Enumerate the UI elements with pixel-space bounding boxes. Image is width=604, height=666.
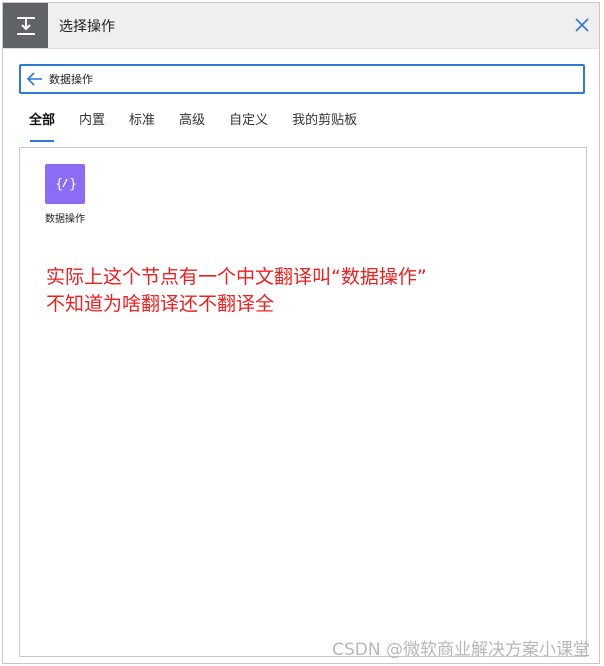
search-box [19, 64, 585, 94]
tab-all[interactable]: 全部 [29, 109, 55, 145]
close-icon [575, 18, 589, 32]
svg-text:{: { [55, 177, 63, 192]
results-panel: { } 数据操作 实际上这个节点有一个中文翻译叫“数据操作” 不知道为啥翻译还不… [19, 147, 587, 657]
tab-my-clipboard[interactable]: 我的剪贴板 [292, 109, 357, 145]
tab-custom[interactable]: 自定义 [229, 109, 268, 145]
search-input[interactable] [49, 68, 569, 90]
tab-premium[interactable]: 高级 [179, 109, 205, 145]
close-button[interactable] [571, 14, 593, 36]
tab-builtin[interactable]: 内置 [79, 109, 105, 145]
action-tile-data-operation[interactable]: { } 数据操作 [40, 164, 90, 225]
tab-standard[interactable]: 标准 [129, 109, 155, 145]
svg-text:}: } [69, 177, 76, 192]
action-label: 数据操作 [45, 214, 85, 225]
watermark: CSDN @微软商业解决方案小课堂 [332, 640, 590, 660]
category-tabs: 全部 内置 标准 高级 自定义 我的剪贴板 [29, 109, 381, 145]
dialog-title: 选择操作 [59, 19, 115, 35]
dialog-header: 选择操作 [3, 3, 599, 49]
annotation-line-2: 不知道为啥翻译还不翻译全 [46, 293, 275, 315]
select-action-dialog: 选择操作 全部 内置 标准 高级 自定义 我的剪贴板 { } [2, 2, 600, 664]
annotation-line-1: 实际上这个节点有一个中文翻译叫“数据操作” [46, 266, 427, 288]
data-operation-icon: { } [45, 164, 85, 204]
download-tray-icon [3, 3, 48, 48]
back-arrow-icon[interactable] [26, 70, 44, 88]
annotation-text: 实际上这个节点有一个中文翻译叫“数据操作” 不知道为啥翻译还不翻译全 [46, 264, 566, 318]
